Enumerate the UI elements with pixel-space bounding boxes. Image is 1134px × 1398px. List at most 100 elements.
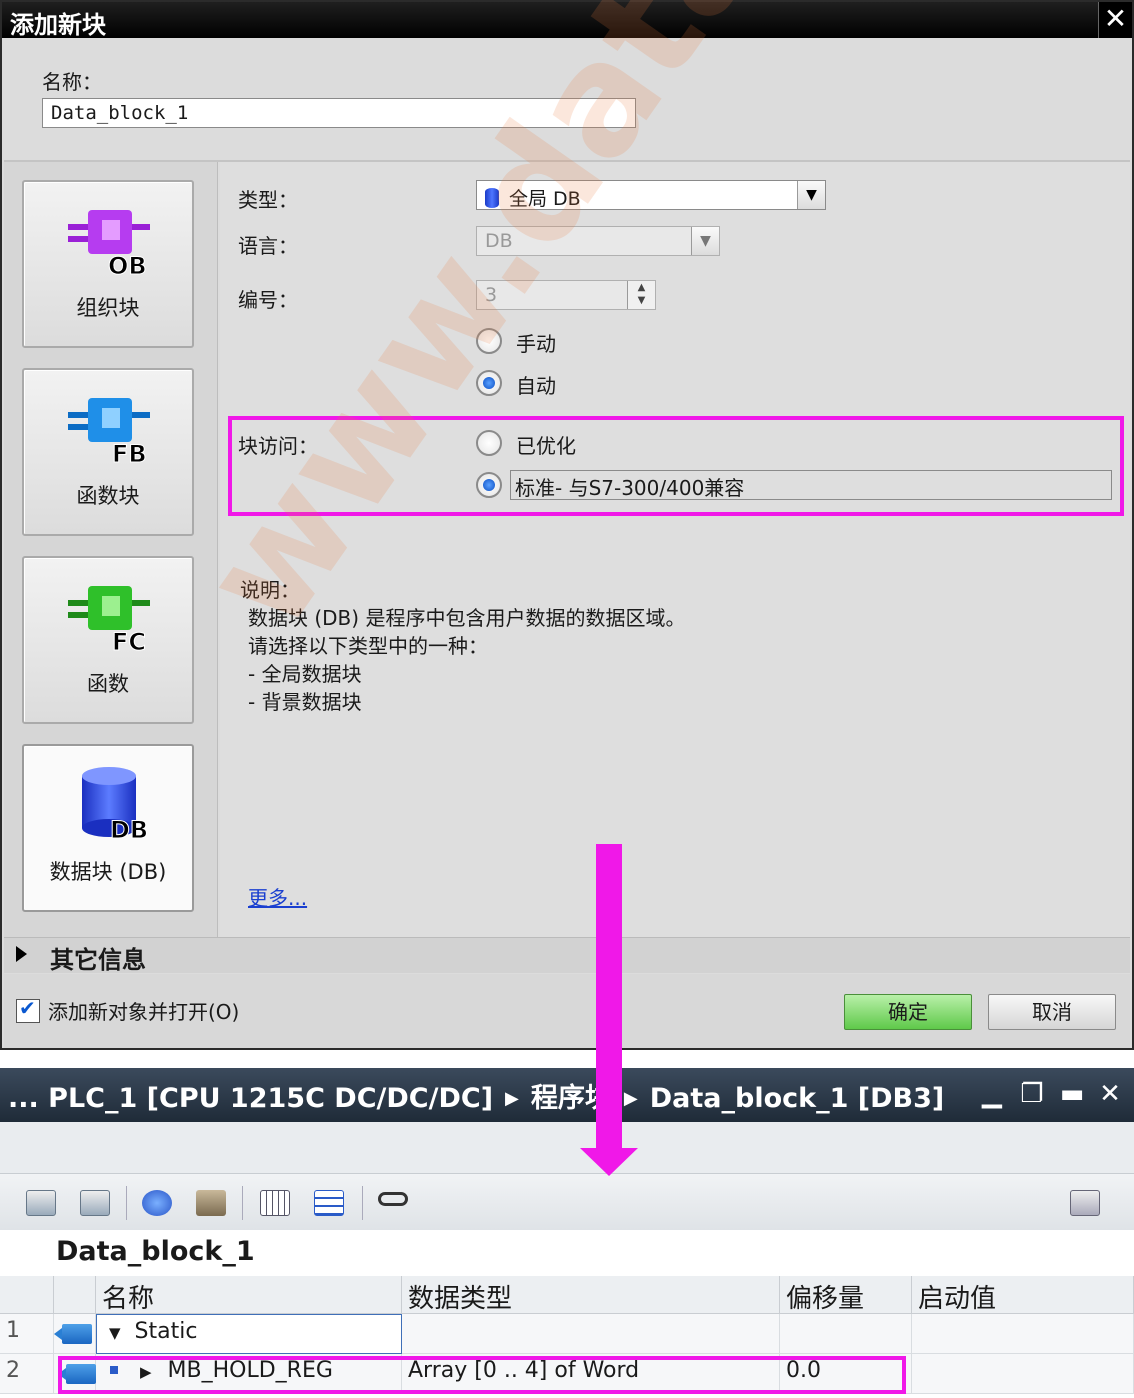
table-header-icon — [54, 1276, 96, 1314]
fb-block-icon: FB — [68, 398, 150, 465]
add-new-block-dialog: 添加新块 ✕ 名称： Data_block_1 OB 组织块 FB 函数块 FC… — [0, 0, 1134, 1050]
row-start-value[interactable] — [912, 1314, 1134, 1354]
table-row-number: 2 — [0, 1354, 54, 1394]
language-value: DB — [485, 230, 513, 252]
number-stepper: 3 ▲ ▼ — [476, 280, 656, 310]
dialog-title: 添加新块 — [10, 11, 106, 39]
monitor-glasses-icon[interactable] — [372, 1182, 414, 1224]
dialog-footer: 添加新对象并打开(O) 确定 取消 — [4, 974, 1130, 1048]
block-settings-panel: 类型： 全局 DB ▼ 语言： DB ▼ 编号： 3 ▲ ▼ 手动 自动 块访问：… — [220, 162, 1130, 937]
breadcrumb-separator-icon: ▶ — [623, 1088, 638, 1109]
svg-text:FB: FB — [112, 440, 147, 465]
editor-toolbar — [0, 1174, 1134, 1230]
block-type-panel: OB 组织块 FB 函数块 FC 函数 DB 数据块 (DB) — [4, 162, 218, 937]
fb-block-label: 函数块 — [76, 484, 140, 508]
table-row-name-cell[interactable]: ▼ Static — [96, 1314, 402, 1354]
type-label: 类型： — [238, 188, 298, 212]
fc-block-button[interactable]: FC 函数 — [22, 556, 194, 724]
svg-text:OB: OB — [108, 252, 147, 277]
array-row-highlight — [58, 1356, 906, 1394]
table-header-datatype[interactable]: 数据类型 — [402, 1276, 780, 1314]
table-header-rownum — [0, 1276, 54, 1314]
toolbar-divider — [362, 1186, 363, 1220]
editor-titlebar: ... PLC_1 [CPU 1215C DC/DC/DC] ▶ 程序块 ▶ Data_… — [0, 1068, 1134, 1122]
breadcrumb: ... PLC_1 [CPU 1215C DC/DC/DC] ▶ 程序块 ▶ Data_… — [8, 1076, 944, 1115]
number-value: 3 — [485, 284, 498, 306]
radio-auto-label: 自动 — [516, 374, 556, 398]
radio-circle-icon[interactable] — [476, 328, 502, 354]
ob-block-icon: OB — [68, 210, 150, 277]
table-view-icon[interactable] — [254, 1182, 296, 1224]
table-header-offset[interactable]: 偏移量 — [780, 1276, 912, 1314]
cancel-button[interactable]: 取消 — [988, 994, 1116, 1030]
chevron-down-icon[interactable]: ▼ — [797, 181, 825, 209]
list-view-icon[interactable] — [308, 1182, 350, 1224]
ok-button[interactable]: 确定 — [844, 994, 972, 1030]
dialog-titlebar: 添加新块 ✕ — [2, 2, 1132, 39]
toolbar-divider — [242, 1186, 243, 1220]
language-select: DB ▼ — [476, 226, 720, 256]
svg-text:DB: DB — [110, 816, 148, 841]
breadcrumb-plc[interactable]: ... PLC_1 [CPU 1215C DC/DC/DC] — [8, 1083, 493, 1114]
description-line: 数据块 (DB) 是程序中包含用户数据的数据区域。 — [248, 606, 686, 630]
fc-block-label: 函数 — [87, 672, 129, 696]
language-label: 语言： — [238, 234, 298, 258]
add-open-label: 添加新对象并打开(O) — [48, 1000, 240, 1024]
radio-manual-label: 手动 — [516, 332, 556, 356]
interface-icon — [54, 1324, 92, 1344]
ob-block-label: 组织块 — [76, 296, 140, 320]
radio-selected-icon[interactable] — [476, 370, 502, 396]
db-icon — [485, 188, 499, 208]
table-row — [54, 1314, 96, 1354]
restore-icon[interactable]: ❐ — [1016, 1078, 1048, 1110]
insert-row-icon[interactable] — [20, 1182, 62, 1224]
close-icon[interactable]: ✕ — [1098, 2, 1132, 38]
collapse-arrow-icon[interactable]: ▼ — [109, 1324, 121, 1342]
minimize-icon[interactable]: ▁ — [976, 1078, 1008, 1110]
db-block-button[interactable]: DB 数据块 (DB) — [22, 744, 194, 912]
chevron-down-icon: ▼ — [691, 227, 719, 255]
more-info-expander[interactable]: 其它信息 — [4, 937, 1130, 974]
number-label: 编号： — [238, 288, 298, 312]
table-header-start-value[interactable]: 启动值 — [912, 1276, 1134, 1314]
maximize-icon[interactable]: ▬ — [1056, 1078, 1088, 1110]
more-info-label: 其它信息 — [50, 946, 146, 974]
table-header-name[interactable]: 名称 — [96, 1276, 402, 1314]
add-open-checkbox[interactable] — [16, 996, 40, 1023]
more-link[interactable]: 更多... — [248, 882, 307, 911]
row-datatype[interactable] — [402, 1314, 780, 1354]
ob-block-button[interactable]: OB 组织块 — [22, 180, 194, 348]
toolbar-divider — [126, 1186, 127, 1220]
type-value: 全局 DB — [509, 188, 581, 210]
breadcrumb-data-block[interactable]: Data_block_1 [DB3] — [650, 1083, 945, 1114]
svg-text:FC: FC — [112, 628, 146, 653]
name-label: 名称： — [42, 70, 102, 94]
add-row-icon[interactable] — [74, 1182, 116, 1224]
description: 说明： 数据块 (DB) 是程序中包含用户数据的数据区域。 请选择以下类型中的一… — [240, 576, 685, 716]
expand-arrow-icon[interactable] — [16, 946, 27, 962]
db-block-icon: DB — [82, 767, 149, 841]
name-input[interactable]: Data_block_1 — [42, 98, 636, 128]
description-label: 说明： — [240, 578, 300, 602]
row-start-value[interactable] — [912, 1354, 1134, 1394]
arrow-down-icon — [580, 1148, 638, 1176]
editor-header-band — [0, 1122, 1134, 1174]
table-row-number: 1 — [0, 1314, 54, 1354]
snapshot-icon[interactable] — [136, 1182, 178, 1224]
close-icon[interactable]: ✕ — [1094, 1078, 1126, 1110]
fb-block-button[interactable]: FB 函数块 — [22, 368, 194, 536]
description-line: 请选择以下类型中的一种： — [248, 634, 488, 658]
description-line: - 背景数据块 — [248, 690, 362, 714]
copy-snapshot-icon[interactable] — [190, 1182, 232, 1224]
block-access-highlight — [228, 416, 1124, 516]
breadcrumb-separator-icon: ▶ — [505, 1088, 519, 1109]
db-block-label: 数据块 (DB) — [49, 860, 167, 884]
spinner-icon: ▲ ▼ — [627, 281, 655, 309]
type-select[interactable]: 全局 DB ▼ — [476, 180, 826, 210]
fc-block-icon: FC — [68, 586, 150, 653]
row-name: Static — [134, 1319, 198, 1344]
arrow-shaft — [596, 844, 622, 1154]
description-line: - 全局数据块 — [248, 662, 362, 686]
lock-settings-icon[interactable] — [1064, 1182, 1106, 1224]
data-block-title: Data_block_1 — [56, 1236, 255, 1267]
